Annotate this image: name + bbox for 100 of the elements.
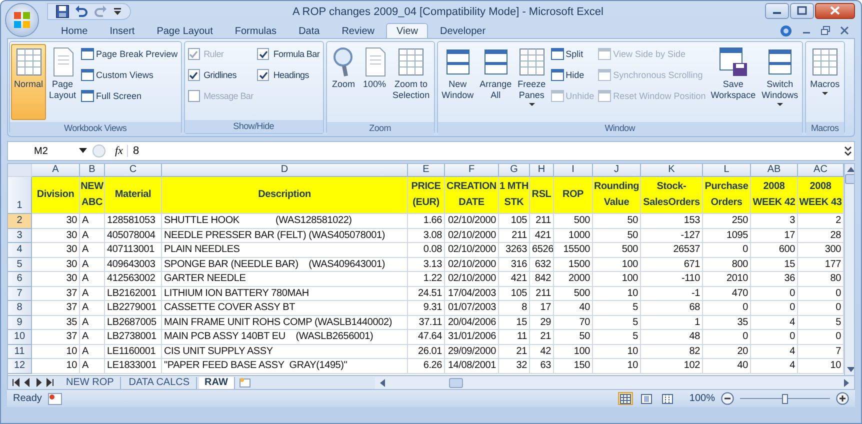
row-header[interactable]: 6 — [8, 272, 32, 286]
row-header[interactable]: 2 — [8, 214, 32, 228]
zoom-in-icon[interactable] — [836, 392, 849, 405]
row-header[interactable]: 4 — [8, 243, 32, 258]
ribbon-button[interactable]: Save Workspace — [708, 44, 759, 120]
ribbon-button[interactable]: Zoom — [328, 44, 360, 120]
ribbon-button[interactable]: Zoom to Selection — [390, 44, 433, 120]
table-cell: 17/04/2003 — [445, 286, 499, 301]
sheet-tab[interactable]: NEW ROP — [60, 376, 121, 388]
insert-function-button[interactable]: fx — [111, 145, 128, 157]
ribbon-button[interactable]: Arrange All — [476, 44, 515, 120]
page-view-button[interactable] — [618, 392, 634, 405]
checkbox[interactable]: Headings — [257, 66, 320, 84]
table-cell: 1000 — [554, 228, 593, 243]
checkbox[interactable]: Formula Bar — [257, 45, 320, 63]
column-header[interactable]: C — [105, 164, 162, 177]
column-header[interactable]: L — [703, 164, 751, 177]
ribbon-button[interactable]: Full Screen — [81, 87, 178, 105]
column-header[interactable]: E — [408, 164, 445, 177]
table-cell: 2008 WEEK 42 — [751, 177, 798, 214]
page-view-button[interactable] — [639, 392, 654, 405]
column-header[interactable]: J — [593, 164, 641, 177]
close-icon[interactable] — [840, 26, 849, 35]
column-header[interactable]: H — [530, 164, 554, 177]
ribbon-tab[interactable]: View — [386, 23, 428, 38]
scrollbar-thumb[interactable] — [845, 174, 854, 184]
column-header[interactable]: AC — [798, 164, 844, 177]
scroll-right-icon[interactable] — [844, 378, 850, 386]
horizontal-scrollbar[interactable] — [374, 376, 854, 388]
record-macro-icon[interactable] — [48, 392, 62, 404]
row-header[interactable]: 7 — [8, 286, 32, 301]
row-header[interactable]: 10 — [8, 330, 32, 344]
ribbon-tab[interactable]: Insert — [100, 23, 145, 38]
ribbon-button[interactable]: Normal — [11, 44, 46, 120]
name-box[interactable]: M2 — [8, 146, 74, 156]
ribbon-button[interactable]: Custom Views — [81, 66, 178, 84]
ribbon-button[interactable]: Freeze Panes — [514, 44, 549, 120]
table-cell: LB2162001 — [105, 286, 162, 301]
insert-sheet-icon[interactable] — [236, 377, 253, 388]
ribbon-button[interactable]: Page Layout — [46, 44, 80, 120]
column-header[interactable]: F — [445, 164, 499, 177]
column-header[interactable]: B — [80, 164, 105, 177]
scroll-down-icon[interactable] — [846, 367, 854, 373]
customize-caret-icon[interactable] — [113, 7, 122, 16]
column-header[interactable]: K — [641, 164, 703, 177]
ribbon-button[interactable]: Hide — [550, 66, 594, 84]
ribbon-tab[interactable]: Review — [332, 23, 384, 38]
ribbon-tab[interactable]: Formulas — [224, 23, 287, 38]
table-cell: 42 — [530, 344, 554, 359]
formula-input[interactable]: 8 — [132, 145, 837, 157]
ribbon-tab[interactable]: Developer — [430, 23, 496, 38]
minimize-button[interactable] — [765, 2, 789, 18]
ribbon-button[interactable]: Macros — [807, 44, 843, 120]
ribbon-button[interactable]: New Window — [438, 44, 477, 120]
ribbon-button[interactable]: Page Break Preview — [81, 45, 178, 63]
office-button[interactable] — [5, 3, 39, 37]
scrollbar-thumb[interactable] — [448, 378, 463, 388]
ribbon-button[interactable]: 100% — [360, 44, 390, 120]
row-header[interactable]: 3 — [8, 228, 32, 243]
checkbox[interactable]: Gridlines — [188, 66, 254, 84]
table-cell: GARTER NEEDLE — [162, 272, 408, 286]
group-label: Workbook Views — [10, 122, 181, 135]
table-cell: 0 — [751, 301, 798, 316]
ribbon-button[interactable]: Switch Windows — [758, 44, 802, 120]
undo-icon[interactable] — [75, 5, 88, 18]
slider-thumb[interactable] — [782, 394, 788, 404]
row-header[interactable]: 12 — [8, 359, 32, 374]
row-header[interactable]: 11 — [8, 344, 32, 359]
zoom-level[interactable]: 100% — [689, 393, 715, 404]
column-header[interactable]: AB — [751, 164, 798, 177]
dropdown-icon[interactable] — [79, 148, 87, 154]
ribbon-button[interactable]: Split — [550, 45, 594, 63]
table-cell: A — [80, 243, 105, 258]
row-header[interactable]: 1 — [8, 177, 32, 214]
column-header[interactable]: I — [554, 164, 593, 177]
restore-icon[interactable] — [821, 26, 830, 35]
ribbon-tab[interactable]: Page Layout — [146, 23, 223, 38]
vertical-scrollbar[interactable] — [844, 164, 854, 375]
table-cell: A — [80, 316, 105, 330]
ribbon-tab[interactable]: Data — [288, 23, 330, 38]
sheet-tab[interactable]: RAW — [198, 376, 235, 388]
column-header[interactable]: G — [499, 164, 530, 177]
scroll-left-icon[interactable] — [378, 378, 385, 386]
ribbon-tab[interactable]: Home — [51, 23, 98, 38]
close-button[interactable] — [815, 2, 855, 18]
zoom-out-icon[interactable] — [721, 392, 734, 405]
group-label: Show/Hide — [184, 120, 323, 133]
table-cell: CIS UNIT SUPPLY ASSY — [162, 344, 408, 359]
maximize-button[interactable] — [790, 2, 814, 18]
row-header[interactable]: 9 — [8, 316, 32, 330]
sheet-tab[interactable]: DATA CALCS — [122, 376, 197, 388]
save-icon[interactable] — [56, 5, 69, 18]
row-header[interactable]: 8 — [8, 301, 32, 316]
page-view-button[interactable] — [660, 392, 676, 405]
column-header[interactable]: A — [32, 164, 80, 177]
column-header[interactable]: D — [162, 164, 408, 177]
table-cell: 9.31 — [408, 301, 445, 316]
row-header[interactable]: 5 — [8, 258, 32, 272]
table-cell: 31/01/2006 — [445, 330, 499, 344]
scroll-up-icon[interactable] — [846, 166, 854, 172]
